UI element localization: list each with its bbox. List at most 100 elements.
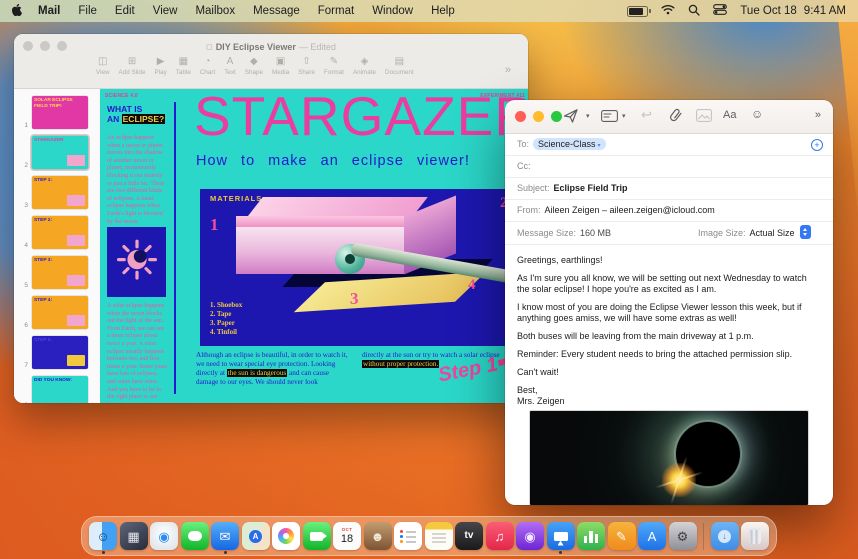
slide-number: 8	[19, 402, 28, 403]
zoom-button[interactable]	[57, 41, 67, 51]
emoji-icon[interactable]: ☺	[751, 107, 763, 121]
slide-canvas[interactable]: SCIENCE 4.0 EXPERIMENT #11 WHAT IS AN EC…	[100, 89, 528, 403]
slide-thumbnail[interactable]: 1 SOLAR ECLIPSE FIELD TRIP!	[19, 94, 100, 131]
slide-thumbnail[interactable]: 2 STARGAZER	[19, 134, 100, 171]
menu-item[interactable]: Edit	[106, 5, 144, 17]
cc-field[interactable]: Cc:	[505, 156, 833, 178]
menu-item[interactable]: Window	[363, 5, 422, 17]
dock-maps[interactable]: A	[241, 522, 270, 550]
wifi-icon[interactable]	[661, 4, 675, 18]
dock-settings[interactable]: ⚙	[668, 522, 697, 550]
materials-list: 1. Shoebox 2. Tape 3. Paper 4. Tinfoil	[210, 301, 242, 337]
minimize-button[interactable]	[533, 111, 544, 122]
menu-bar-time[interactable]: 9:41 AM	[804, 5, 846, 17]
running-indicator	[132, 551, 135, 554]
slide-number: 2	[24, 162, 28, 169]
menu-item[interactable]: View	[144, 5, 187, 17]
toolbar-format[interactable]: ✎ Format	[320, 55, 348, 76]
slide-thumbnail[interactable]: 6 STEP 4:	[19, 294, 100, 331]
header-fields-icon[interactable]	[601, 110, 618, 122]
toolbar-table[interactable]: ▦ Table	[172, 55, 195, 76]
dock-apps: ☺ ▦ ◉ ✉ A OCT 18 ☻ tv ♫ ◉ ✎ A ⚙	[89, 522, 697, 554]
subject-field[interactable]: Subject: Eclipse Field Trip	[505, 178, 833, 200]
fonts-icon[interactable]: Aa	[723, 109, 736, 121]
dock-facetime[interactable]	[302, 522, 331, 550]
to-field[interactable]: To: Science-Class ▾ +	[505, 134, 833, 156]
dock-photos[interactable]	[272, 522, 300, 550]
materials-list-item: 1. Shoebox	[210, 301, 243, 309]
dock-pages[interactable]: ✎	[607, 522, 636, 550]
image-size-stepper-icon[interactable]	[799, 225, 811, 239]
dock-launchpad[interactable]: ▦	[119, 522, 148, 550]
send-icon[interactable]	[563, 108, 579, 124]
menu-item[interactable]: Format	[309, 5, 363, 17]
slide-thumbnail-art	[67, 315, 85, 326]
dock-downloads[interactable]: ↓	[710, 522, 739, 550]
send-options-chevron-icon[interactable]: ▾	[586, 112, 590, 120]
header-fields-chevron-icon[interactable]: ▾	[622, 112, 626, 120]
toolbar-button-icon: ◔	[204, 56, 211, 67]
materials-number-1: 1	[210, 215, 219, 234]
running-indicator	[620, 551, 623, 554]
slide-thumbnail[interactable]: 8 DID YOU KNOW:	[19, 374, 100, 403]
slide-thumbnail[interactable]: 3 STEP 1:	[19, 174, 100, 211]
toolbar-add-slide[interactable]: ⊞ Add Slide	[115, 55, 150, 76]
attachment-icon[interactable]	[668, 107, 683, 124]
dock-notes[interactable]	[424, 522, 453, 550]
menu-items: File Edit View Mailbox Message Format Window He…	[69, 5, 463, 17]
dock-music[interactable]: ♫	[485, 522, 514, 550]
recipient-token[interactable]: Science-Class ▾	[533, 138, 606, 150]
menu-item[interactable]: Help	[422, 5, 464, 17]
dock-calendar[interactable]: OCT 18	[333, 522, 361, 550]
toolbar-media[interactable]: ▣ Media	[268, 55, 293, 76]
dock-mail[interactable]: ✉	[211, 522, 239, 554]
toolbar-share[interactable]: ⇧ Share	[294, 55, 319, 76]
add-recipient-button[interactable]: +	[811, 138, 823, 151]
toolbar-view[interactable]: ◫ View	[92, 55, 114, 76]
toolbar-animate[interactable]: ◈ Animate	[349, 55, 380, 76]
close-button[interactable]	[515, 111, 526, 122]
dock-safari[interactable]: ◉	[150, 522, 178, 550]
menu-item[interactable]: Message	[244, 5, 309, 17]
dock-contacts[interactable]: ☻	[363, 522, 392, 550]
menu-item[interactable]: File	[69, 5, 106, 17]
dock-appstore[interactable]: A	[638, 522, 666, 550]
dock-podcasts[interactable]: ◉	[516, 522, 544, 550]
slide-thumbnail[interactable]: 5 STEP 3:	[19, 254, 100, 291]
minimize-button[interactable]	[40, 41, 50, 51]
message-body-editor[interactable]: Greetings, earthlings! As I'm sure you al…	[505, 245, 833, 505]
slide-thumbnail[interactable]: 4 STEP 2:	[19, 214, 100, 251]
dock-numbers[interactable]	[577, 522, 605, 550]
battery-icon[interactable]	[627, 5, 651, 17]
running-indicator	[559, 550, 562, 554]
slide-thumbnail[interactable]: 7 STEP 5:	[19, 334, 100, 371]
toolbar-overflow-chevron[interactable]: »	[815, 109, 821, 121]
dock-reminders[interactable]	[394, 522, 422, 550]
toolbar-document[interactable]: ▤ Document	[381, 55, 418, 76]
slide-thumbnail-label: STEP 3:	[34, 258, 53, 263]
toolbar-button-label: Text	[224, 69, 236, 76]
toolbar-overflow-chevron[interactable]: »	[505, 64, 511, 76]
signature-line-2: Mrs. Zeigen	[517, 395, 565, 406]
apple-menu-icon[interactable]	[12, 4, 25, 19]
app-menu-mail[interactable]: Mail	[29, 5, 69, 17]
toolbar-button-label: Animate	[352, 69, 377, 76]
control-center-icon[interactable]	[713, 4, 728, 18]
close-button[interactable]	[23, 41, 33, 51]
dock-appletv[interactable]: tv	[455, 522, 483, 550]
toolbar-shape[interactable]: ◆ Shape	[241, 55, 267, 76]
toolbar-chart[interactable]: ◔ Chart	[196, 55, 219, 76]
attachment-image[interactable]	[529, 409, 809, 505]
dock-messages[interactable]	[180, 522, 209, 550]
toolbar-text[interactable]: A Text	[220, 55, 240, 76]
dock-trash[interactable]	[741, 522, 769, 550]
dock-finder[interactable]: ☺	[89, 522, 117, 554]
search-icon[interactable]	[688, 4, 700, 19]
menu-item[interactable]: Mailbox	[186, 5, 244, 17]
from-field[interactable]: From: Aileen Zeigen – aileen.zeigen@iclou…	[505, 200, 833, 222]
menu-bar-date[interactable]: Tue Oct 18	[740, 5, 796, 17]
dock-keynote[interactable]	[546, 522, 575, 554]
toolbar-play[interactable]: ▶ Play	[151, 55, 171, 76]
running-indicator	[223, 550, 227, 554]
zoom-button[interactable]	[551, 111, 562, 122]
